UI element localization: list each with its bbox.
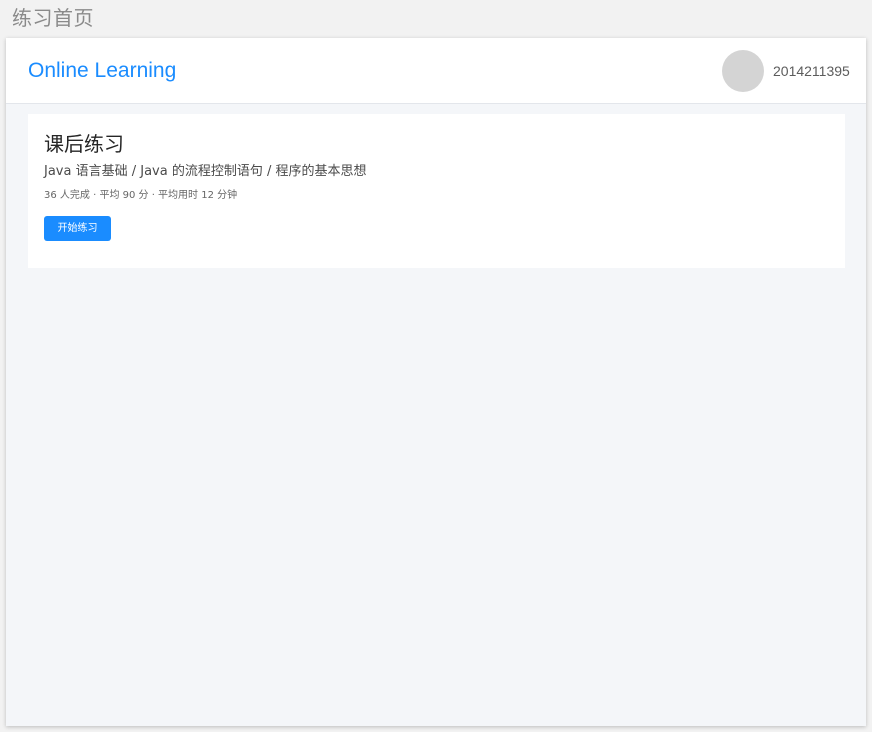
exercise-title: 课后练习 — [44, 132, 124, 156]
user-avatar[interactable] — [722, 50, 764, 92]
exercise-stats: 36 人完成 · 平均 90 分 · 平均用时 12 分钟 — [44, 190, 238, 201]
brand-logo[interactable]: Online Learning — [28, 57, 176, 85]
exercise-breadcrumb: Java 语言基础 / Java 的流程控制语句 / 程序的基本思想 — [44, 164, 367, 179]
start-practice-button[interactable]: 开始练习 — [44, 216, 111, 241]
page-label: 练习首页 — [12, 6, 94, 30]
top-header: Online Learning 2014211395 — [6, 38, 866, 104]
app-window: Online Learning 2014211395 课后练习 Java 语言基… — [6, 38, 866, 726]
exercise-card: 课后练习 Java 语言基础 / Java 的流程控制语句 / 程序的基本思想 … — [28, 114, 845, 268]
user-id[interactable]: 2014211395 — [773, 62, 850, 80]
